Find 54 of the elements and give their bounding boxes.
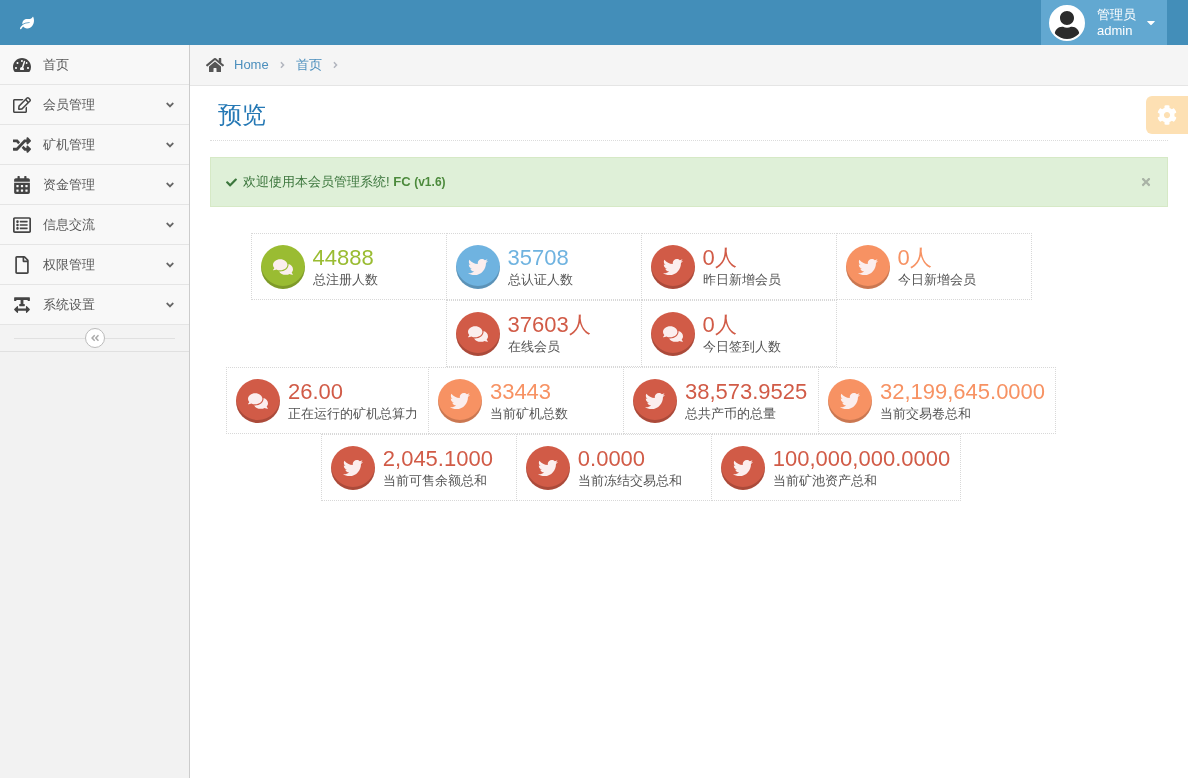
stat-value: 35708 (507, 244, 570, 271)
stat-value: 26.00 (287, 378, 344, 405)
shuffle-icon (13, 135, 31, 154)
stat-label: 正在运行的矿机总算力 (287, 404, 418, 423)
user-avatar-icon (1049, 4, 1085, 41)
stat-label: 当前矿机总数 (489, 404, 568, 423)
calendar-icon (13, 175, 31, 194)
stat-label: 总共产币的总量 (684, 404, 777, 423)
close-button[interactable] (1139, 175, 1153, 189)
text-width-icon (13, 295, 31, 314)
stat-label: 总认证人数 (507, 270, 573, 289)
check-icon (226, 176, 237, 188)
gear-icon (1157, 105, 1177, 125)
page-title: 预览 (218, 100, 266, 130)
stat-label: 总注册人数 (312, 270, 378, 289)
collapse-sidebar-button[interactable] (84, 328, 105, 348)
stat-value: 44888 (312, 244, 375, 271)
stat-label: 在线会员 (507, 337, 561, 356)
stat-value: 2,045.1000 (382, 445, 493, 472)
stat-value: 33443 (489, 378, 553, 405)
settings-button[interactable] (1146, 96, 1188, 134)
sidebar-item[interactable]: 信息交流 (0, 205, 189, 245)
sidebar-item[interactable]: 会员管理 (0, 85, 189, 125)
chevron-right-icon (331, 60, 339, 70)
chevron-right-icon (278, 60, 286, 70)
double-chevron-left-icon (89, 333, 100, 343)
edit-icon (13, 95, 31, 114)
close-icon (1140, 176, 1152, 188)
stat-value: 100,000,000.0000 (772, 445, 951, 472)
stat-value: 0人 (702, 311, 738, 338)
stat-label: 昨日新增会员 (702, 270, 781, 289)
stat-value: 38,573.9525 (684, 378, 808, 405)
stat-label: 今日签到人数 (702, 337, 781, 356)
alert-message: 欢迎使用本会员管理系统! FC (v1.6) (243, 173, 446, 192)
sidebar-item[interactable]: 权限管理 (0, 245, 189, 285)
stat-label: 今日新增会员 (897, 270, 976, 289)
list-icon (13, 215, 31, 234)
stat-value: 37603人 (507, 311, 591, 338)
home-icon (206, 56, 224, 74)
stat-label: 当前交易卷总和 (879, 404, 972, 423)
sidebar-item[interactable]: 资金管理 (0, 165, 189, 205)
sidebar-item[interactable]: 矿机管理 (0, 125, 189, 165)
stat-value: 32,199,645.0000 (879, 378, 1046, 405)
file-icon (13, 255, 31, 274)
leaf-icon (20, 15, 34, 30)
stat-label: 当前矿池资产总和 (772, 471, 878, 490)
gauge-icon (13, 55, 31, 74)
stat-value: 0.0000 (577, 445, 647, 472)
sidebar-item[interactable]: 系统设置 (0, 285, 189, 325)
stat-label: 当前冻结交易总和 (577, 471, 682, 490)
stat-value: 0人 (702, 244, 738, 271)
sidebar-item[interactable]: 首页 (0, 45, 189, 85)
stat-value: 0人 (897, 244, 933, 271)
stat-label: 当前可售余额总和 (382, 471, 488, 490)
